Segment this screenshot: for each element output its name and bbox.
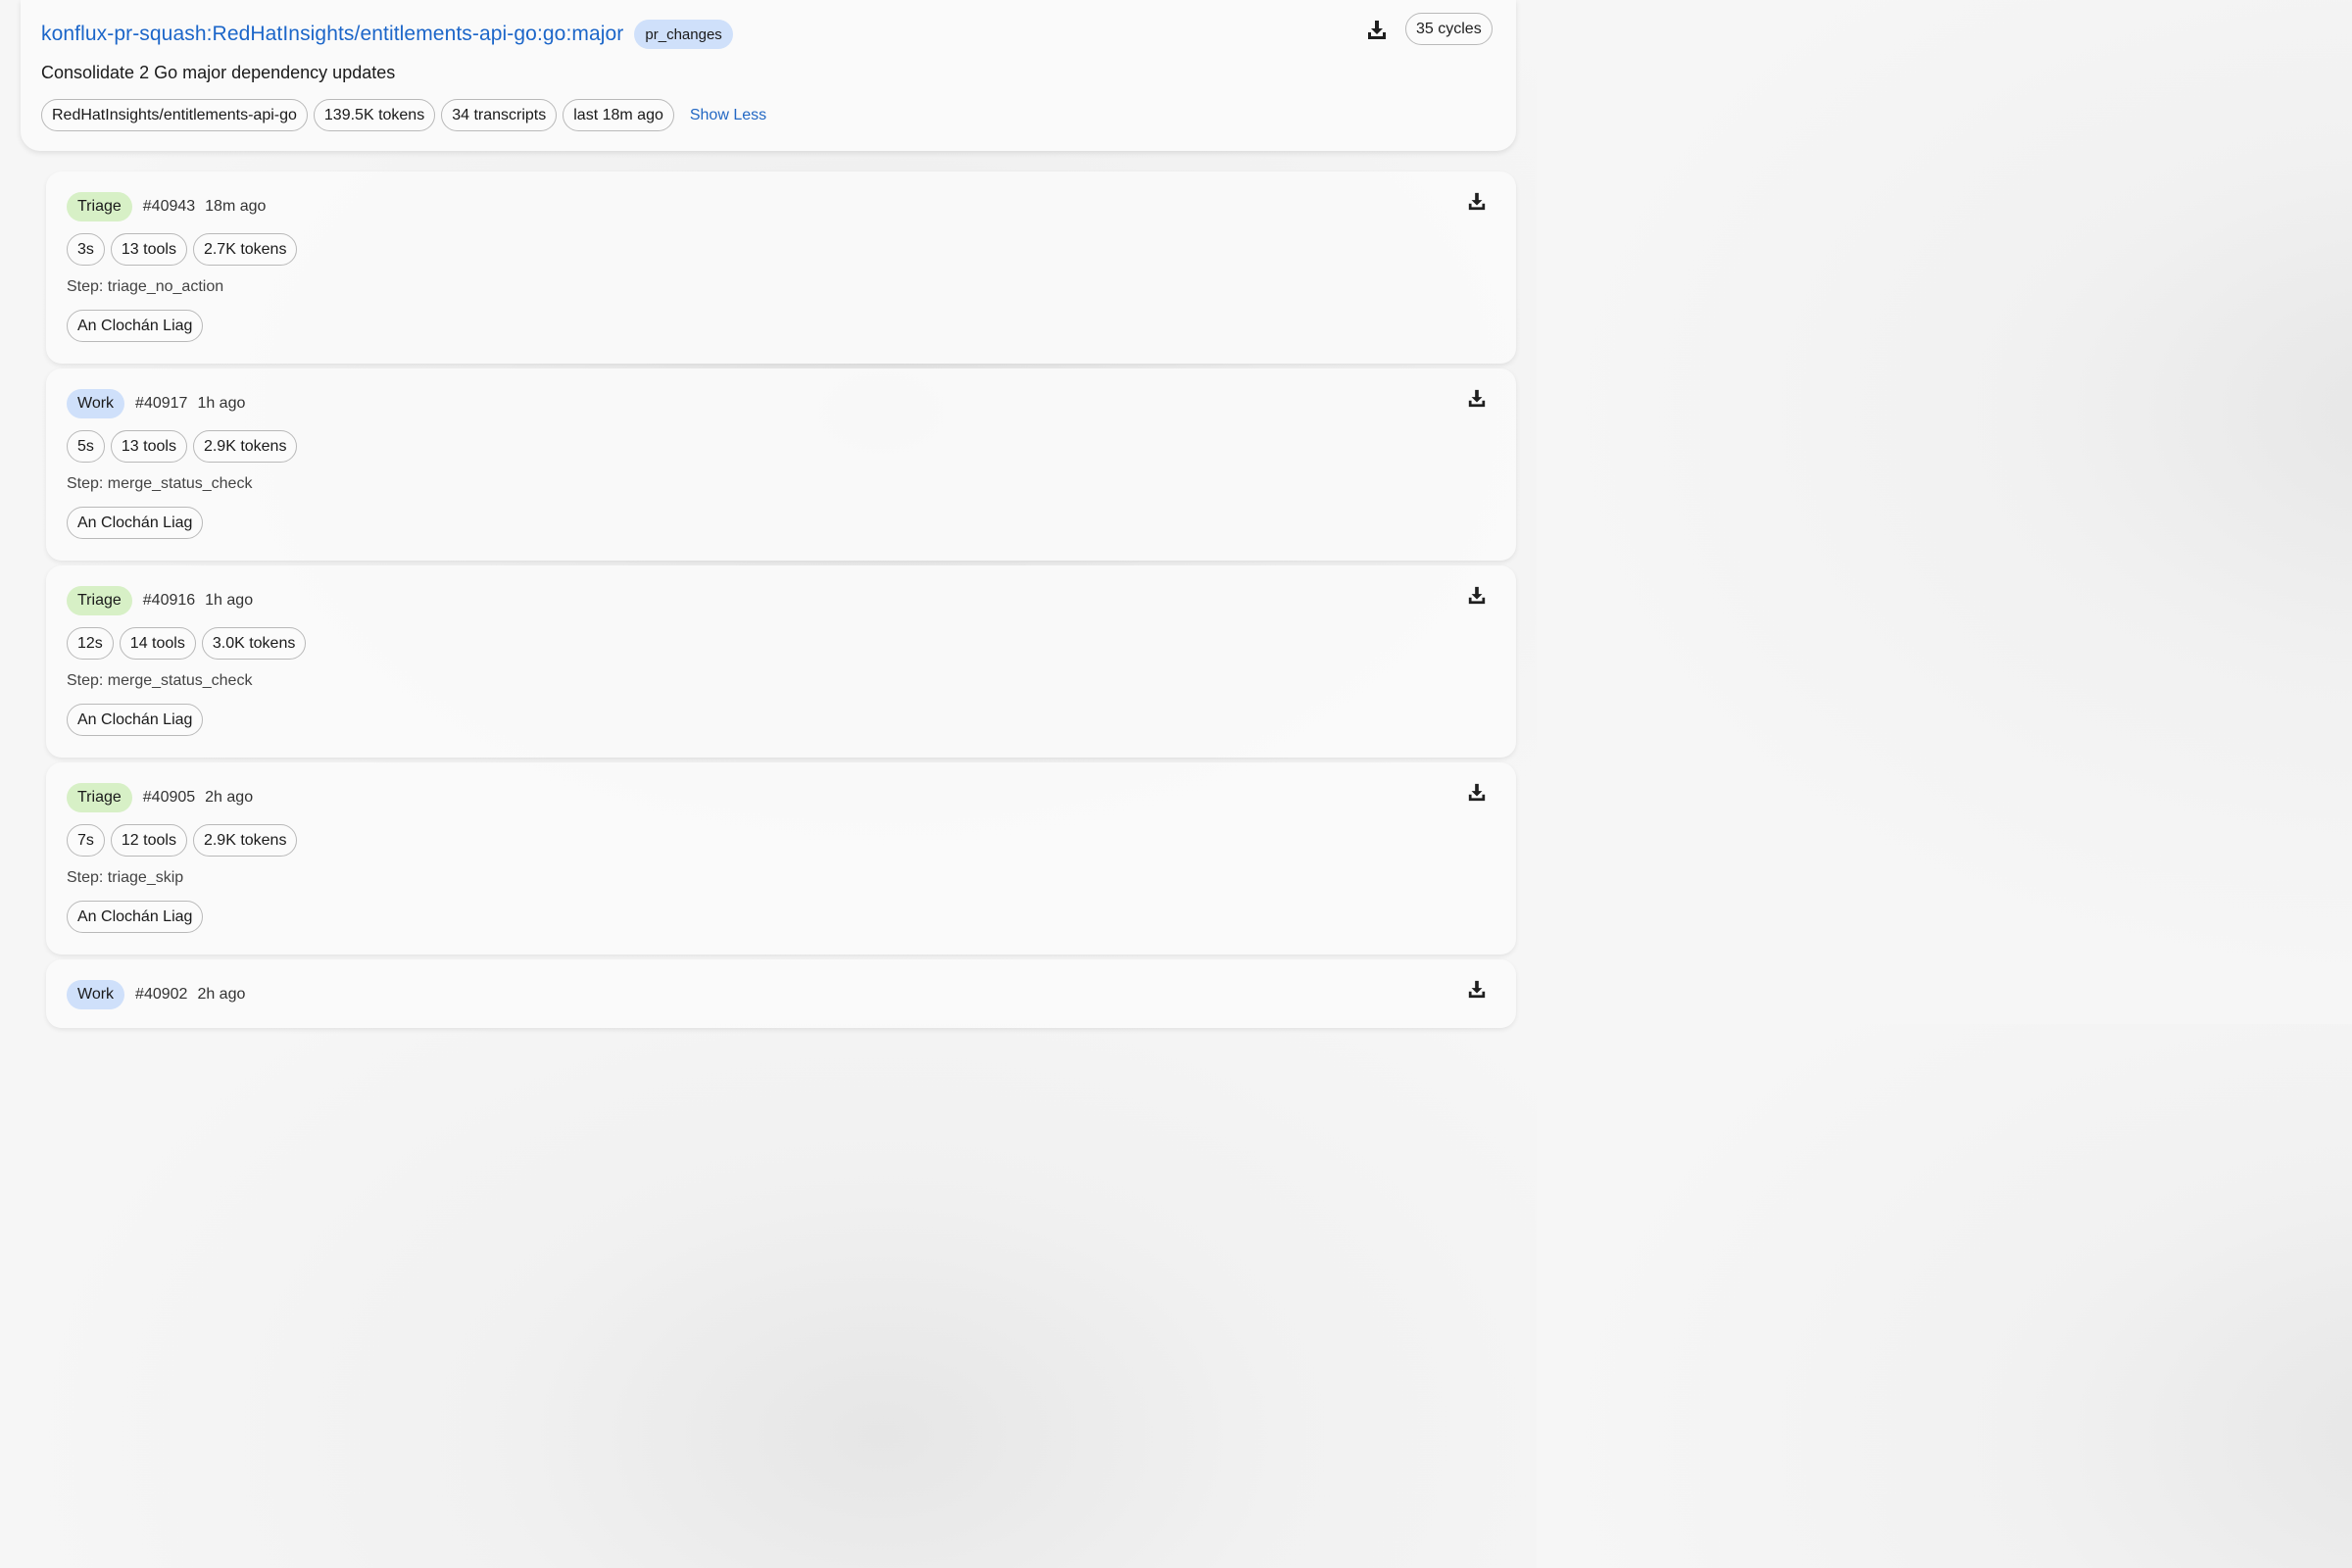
- run-type-tag: Work: [67, 980, 125, 1009]
- download-icon[interactable]: [1467, 190, 1487, 212]
- tokens-chip: 2.7K tokens: [192, 233, 298, 266]
- run-type-tag: Triage: [67, 192, 132, 221]
- owner-chip: An Clochán Liag: [67, 901, 204, 933]
- duration-chip: 5s: [67, 430, 105, 463]
- type-badge: pr_changes: [634, 20, 733, 49]
- run-step: Step: triage_skip: [67, 869, 184, 886]
- tools-chip: 12 tools: [110, 824, 187, 857]
- run-time-ago: 2h ago: [197, 986, 246, 1003]
- run-time-ago: 2h ago: [205, 789, 254, 806]
- owner-chip: An Clochán Liag: [67, 507, 204, 539]
- tokens-chip: 139.5K tokens: [313, 99, 436, 131]
- tokens-chip: 3.0K tokens: [201, 627, 307, 660]
- duration-chip: 7s: [67, 824, 105, 857]
- tokens-chip: 2.9K tokens: [192, 824, 298, 857]
- run-type-tag: Work: [67, 389, 125, 418]
- tools-chip: 14 tools: [119, 627, 196, 660]
- title-row: konflux-pr-squash:RedHatInsights/entitle…: [41, 20, 733, 49]
- run-step: Step: merge_status_check: [67, 475, 253, 492]
- run-type-tag: Triage: [67, 586, 132, 615]
- tools-chip: 13 tools: [110, 233, 187, 266]
- download-icon[interactable]: [1467, 781, 1487, 803]
- download-icon[interactable]: [1467, 387, 1487, 409]
- pr-subtitle: Consolidate 2 Go major dependency update…: [41, 63, 396, 82]
- run-time-ago: 18m ago: [205, 198, 267, 215]
- repo-chip: RedHatInsights/entitlements-api-go: [41, 99, 308, 131]
- download-icon[interactable]: [1467, 978, 1487, 1000]
- run-card[interactable]: Work #40917 1h ago 5s 13 tools 2.9K toke…: [46, 368, 1516, 561]
- download-icon[interactable]: [1366, 19, 1388, 40]
- run-card[interactable]: Triage #40943 18m ago 3s 13 tools 2.7K t…: [46, 172, 1516, 364]
- download-icon[interactable]: [1467, 584, 1487, 606]
- run-card[interactable]: Work #40902 2h ago: [46, 959, 1516, 1028]
- header-card: konflux-pr-squash:RedHatInsights/entitle…: [21, 0, 1516, 151]
- run-time-ago: 1h ago: [197, 395, 246, 412]
- run-card[interactable]: Triage #40905 2h ago 7s 12 tools 2.9K to…: [46, 762, 1516, 955]
- tools-chip: 13 tools: [110, 430, 187, 463]
- tokens-chip: 2.9K tokens: [192, 430, 298, 463]
- run-id: #40917: [135, 395, 188, 412]
- run-step: Step: triage_no_action: [67, 278, 224, 295]
- run-id: #40905: [142, 789, 196, 806]
- owner-chip: An Clochán Liag: [67, 310, 204, 342]
- duration-chip: 12s: [67, 627, 114, 660]
- transcripts-chip: 34 transcripts: [441, 99, 558, 131]
- run-id: #40943: [142, 198, 196, 215]
- cycles-chip: 35 cycles: [1405, 13, 1493, 45]
- run-id: #40916: [142, 592, 196, 609]
- owner-chip: An Clochán Liag: [67, 704, 204, 736]
- header-chips: RedHatInsights/entitlements-api-go 139.5…: [41, 99, 766, 131]
- show-less-button[interactable]: Show Less: [690, 107, 766, 124]
- run-step: Step: merge_status_check: [67, 672, 253, 689]
- run-type-tag: Triage: [67, 783, 132, 812]
- last-activity-chip: last 18m ago: [563, 99, 674, 131]
- run-card[interactable]: Triage #40916 1h ago 12s 14 tools 3.0K t…: [46, 565, 1516, 758]
- run-time-ago: 1h ago: [205, 592, 254, 609]
- duration-chip: 3s: [67, 233, 105, 266]
- pr-title-link[interactable]: konflux-pr-squash:RedHatInsights/entitle…: [41, 23, 623, 46]
- run-id: #40902: [135, 986, 188, 1003]
